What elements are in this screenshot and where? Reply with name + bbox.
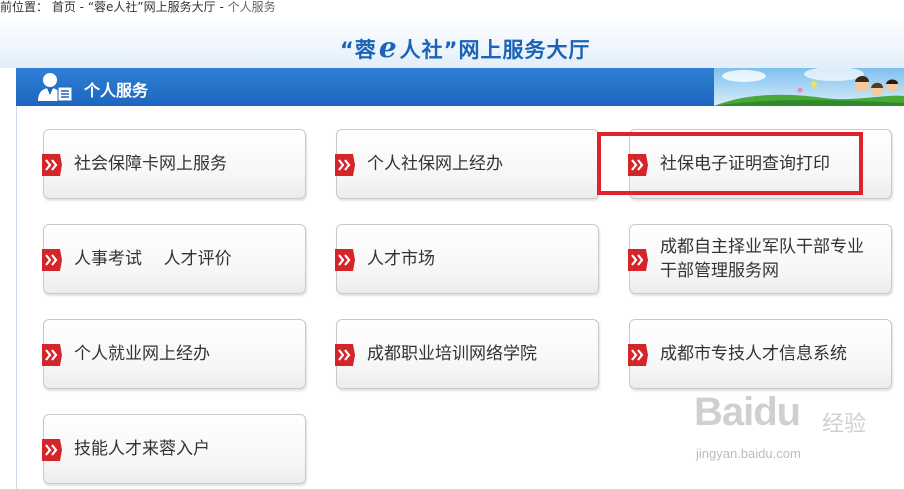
service-tile-label: 技能人才来蓉入户 [74, 439, 210, 459]
breadcrumb: 前位置： 首页 - “蓉e人社”网上服务大厅 - 个人服务 [0, 0, 904, 16]
service-tile-label: 人才市场 [367, 249, 435, 269]
scenery-decoration-icon [714, 68, 904, 106]
double-chevron-right-icon [42, 439, 62, 461]
service-tile-label: 个人就业网上经办 [74, 344, 210, 364]
service-tile-social-security-certificate[interactable]: 社保电子证明查询打印 [628, 129, 892, 199]
service-tile-label: 成都市专技人才信息系统 [660, 344, 847, 364]
double-chevron-right-icon [42, 249, 62, 271]
double-chevron-right-icon [628, 249, 648, 271]
service-tile-label: 成都自主择业军队干部专业 干部管理服务网 [660, 237, 864, 281]
portal-title: “蓉e人社”网上服务大厅 [340, 34, 590, 64]
service-tile-personal-social-security[interactable]: 个人社保网上经办 [335, 129, 599, 199]
double-chevron-right-icon [335, 249, 355, 271]
double-chevron-right-icon [335, 344, 355, 366]
service-tile-vocational-training[interactable]: 成都职业培训网络学院 [335, 319, 599, 389]
e-logo-icon: e [378, 31, 398, 64]
breadcrumb-home-link[interactable]: 首页 [52, 0, 76, 14]
portal-banner: “蓉e人社”网上服务大厅 [0, 16, 904, 68]
user-profile-icon [38, 73, 73, 102]
breadcrumb-separator: - [75, 0, 88, 14]
breadcrumb-separator: - [215, 0, 228, 14]
service-tile-social-security-card[interactable]: 社会保障卡网上服务 [42, 129, 306, 199]
service-tile-personnel-exam[interactable]: 人事考试 人才评价 [42, 224, 306, 294]
section-title: 个人服务 [84, 81, 149, 100]
section-header: 个人服务 [16, 68, 904, 108]
service-tile-personal-employment[interactable]: 个人就业网上经办 [42, 319, 306, 389]
service-tile-label: 社会保障卡网上服务 [74, 154, 227, 174]
breadcrumb-prefix: 前位置： [0, 0, 49, 14]
portal-title-part: 人社”网上服务大厅 [399, 38, 591, 62]
breadcrumb-current: 个人服务 [227, 0, 276, 14]
service-tile-professional-talent[interactable]: 成都市专技人才信息系统 [628, 319, 892, 389]
double-chevron-right-icon [628, 344, 648, 366]
service-tile-skilled-talent-settlement[interactable]: 技能人才来蓉入户 [42, 414, 306, 484]
service-tile-label: 个人社保网上经办 [367, 154, 503, 174]
service-tile-label: 社保电子证明查询打印 [660, 154, 830, 174]
double-chevron-right-icon [42, 154, 62, 176]
service-tile-label: 成都职业培训网络学院 [367, 344, 537, 364]
portal-title-part: “蓉 [340, 38, 377, 62]
service-tile-military-cadre[interactable]: 成都自主择业军队干部专业 干部管理服务网 [628, 224, 892, 294]
service-tile-label: 人事考试 人才评价 [74, 249, 232, 269]
breadcrumb-portal-link[interactable]: “蓉e人社”网上服务大厅 [88, 0, 216, 14]
double-chevron-right-icon [335, 154, 355, 176]
double-chevron-right-icon [42, 344, 62, 366]
double-chevron-right-icon [628, 154, 648, 176]
service-tile-talent-market[interactable]: 人才市场 [335, 224, 599, 294]
